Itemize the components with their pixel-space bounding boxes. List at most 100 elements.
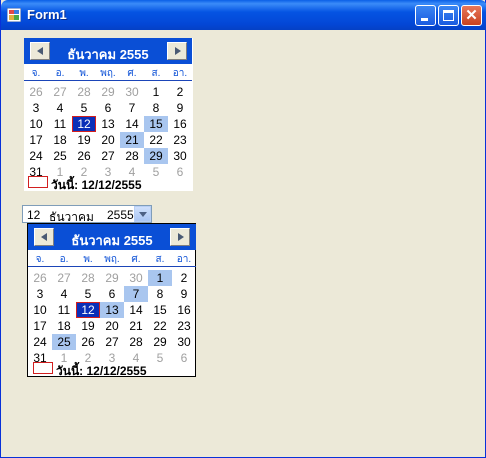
calendar-day[interactable]: 22 [144,132,168,148]
calendar-day[interactable]: 17 [24,132,48,148]
calendar-day[interactable]: 10 [24,116,48,132]
calendar-day[interactable]: 26 [76,334,100,350]
calendar-day[interactable]: 23 [172,318,196,334]
calendar-month-title[interactable]: ธันวาคม 2555 [48,44,168,65]
calendar-day[interactable]: 2 [172,270,196,286]
previous-month-button[interactable] [34,228,54,246]
calendar-day[interactable]: 25 [48,148,72,164]
calendar-day[interactable]: 22 [148,318,172,334]
calendar-day[interactable]: 8 [148,286,172,302]
dropdown-calendar[interactable]: ธันวาคม 2555 จ. อ. พ. พฤ. ศ. ส. อา. 26 27 28 29 30… [27,223,196,378]
close-button[interactable]: ✕ [461,5,482,26]
calendar-day[interactable]: 16 [172,302,196,318]
calendar-day[interactable]: 27 [48,84,72,100]
picker-year[interactable]: 2555 [107,208,134,222]
calendar-day[interactable]: 14 [120,116,144,132]
calendar-day[interactable]: 18 [52,318,76,334]
calendar-day[interactable]: 26 [28,270,52,286]
day-of-week-label: พฤ. [100,68,116,79]
calendar-day[interactable]: 14 [124,302,148,318]
calendar-day[interactable]: 29 [144,148,168,164]
calendar-day[interactable]: 30 [172,334,196,350]
today-link[interactable]: วันนี้: 12/12/2555 [56,362,147,381]
calendar-day[interactable]: 19 [72,132,96,148]
next-month-button[interactable] [170,228,190,246]
calendar-day[interactable]: 15 [148,302,172,318]
calendar-day[interactable]: 11 [48,116,72,132]
window-title: Form1 [27,7,67,22]
calendar-day[interactable]: 19 [76,318,100,334]
calendar-day[interactable]: 6 [96,100,120,116]
calendar-day[interactable]: 15 [144,116,168,132]
calendar-day[interactable]: 9 [172,286,196,302]
previous-month-button[interactable] [30,42,50,60]
calendar-day[interactable]: 26 [24,84,48,100]
calendar-day[interactable]: 13 [100,302,124,318]
calendar-day[interactable]: 20 [96,132,120,148]
calendar-day[interactable]: 24 [24,148,48,164]
calendar-day[interactable]: 29 [148,334,172,350]
calendar-day[interactable]: 12 [76,302,100,318]
calendar-day[interactable]: 6 [172,350,196,366]
calendar-day[interactable]: 11 [52,302,76,318]
calendar-day[interactable]: 29 [100,270,124,286]
day-of-week-label: จ. [35,254,45,265]
calendar-day[interactable]: 5 [148,350,172,366]
next-month-button[interactable] [167,42,187,60]
calendar-day[interactable]: 9 [168,100,192,116]
calendar-day[interactable]: 30 [124,270,148,286]
month-calendar[interactable]: ธันวาคม 2555 จ. อ. พ. พฤ. ศ. ส. อา. 26 27 28 29 30… [24,38,193,192]
calendar-day[interactable]: 27 [100,334,124,350]
calendar-day[interactable]: 27 [96,148,120,164]
day-of-week-label: ศ. [131,254,141,265]
calendar-day[interactable]: 26 [72,148,96,164]
today-marker [33,362,53,374]
calendar-day[interactable]: 5 [72,100,96,116]
today-link[interactable]: วันนี้: 12/12/2555 [51,176,142,195]
calendar-day[interactable]: 1 [148,270,172,286]
picker-day[interactable]: 12 [27,208,40,222]
calendar-day[interactable]: 6 [168,164,192,180]
calendar-day[interactable]: 3 [28,286,52,302]
calendar-day[interactable]: 18 [48,132,72,148]
day-of-week-label: พ. [83,254,93,265]
day-of-week-label: พ. [79,68,89,79]
calendar-day[interactable]: 30 [120,84,144,100]
maximize-button[interactable] [438,5,459,26]
calendar-day[interactable]: 23 [168,132,192,148]
calendar-day[interactable]: 21 [120,132,144,148]
calendar-day[interactable]: 13 [96,116,120,132]
calendar-day[interactable]: 28 [124,334,148,350]
date-time-picker[interactable]: 12 ธันวาคม 2555 [22,205,152,224]
calendar-day[interactable]: 4 [48,100,72,116]
calendar-month-title[interactable]: ธันวาคม 2555 [52,230,172,251]
calendar-day[interactable]: 30 [168,148,192,164]
calendar-day[interactable]: 4 [52,286,76,302]
calendar-day[interactable]: 17 [28,318,52,334]
calendar-day[interactable]: 12 [72,116,96,132]
calendar-day[interactable]: 10 [28,302,52,318]
calendar-day[interactable]: 28 [76,270,100,286]
calendar-day[interactable]: 28 [120,148,144,164]
minimize-button[interactable] [415,5,436,26]
calendar-day[interactable]: 5 [144,164,168,180]
calendar-day[interactable]: 2 [168,84,192,100]
calendar-day[interactable]: 28 [72,84,96,100]
calendar-day[interactable]: 7 [120,100,144,116]
calendar-day[interactable]: 16 [168,116,192,132]
calendar-day[interactable]: 7 [124,286,148,302]
calendar-day[interactable]: 29 [96,84,120,100]
calendar-day[interactable]: 20 [100,318,124,334]
calendar-day[interactable]: 27 [52,270,76,286]
calendar-day[interactable]: 3 [24,100,48,116]
picker-dropdown-button[interactable] [134,206,151,222]
calendar-day[interactable]: 25 [52,334,76,350]
calendar-day[interactable]: 6 [100,286,124,302]
calendar-day[interactable]: 21 [124,318,148,334]
title-bar[interactable]: Form1 ✕ [1,0,486,30]
calendar-day[interactable]: 5 [76,286,100,302]
maximize-icon [443,10,454,21]
calendar-day[interactable]: 8 [144,100,168,116]
calendar-day[interactable]: 1 [144,84,168,100]
calendar-day[interactable]: 24 [28,334,52,350]
